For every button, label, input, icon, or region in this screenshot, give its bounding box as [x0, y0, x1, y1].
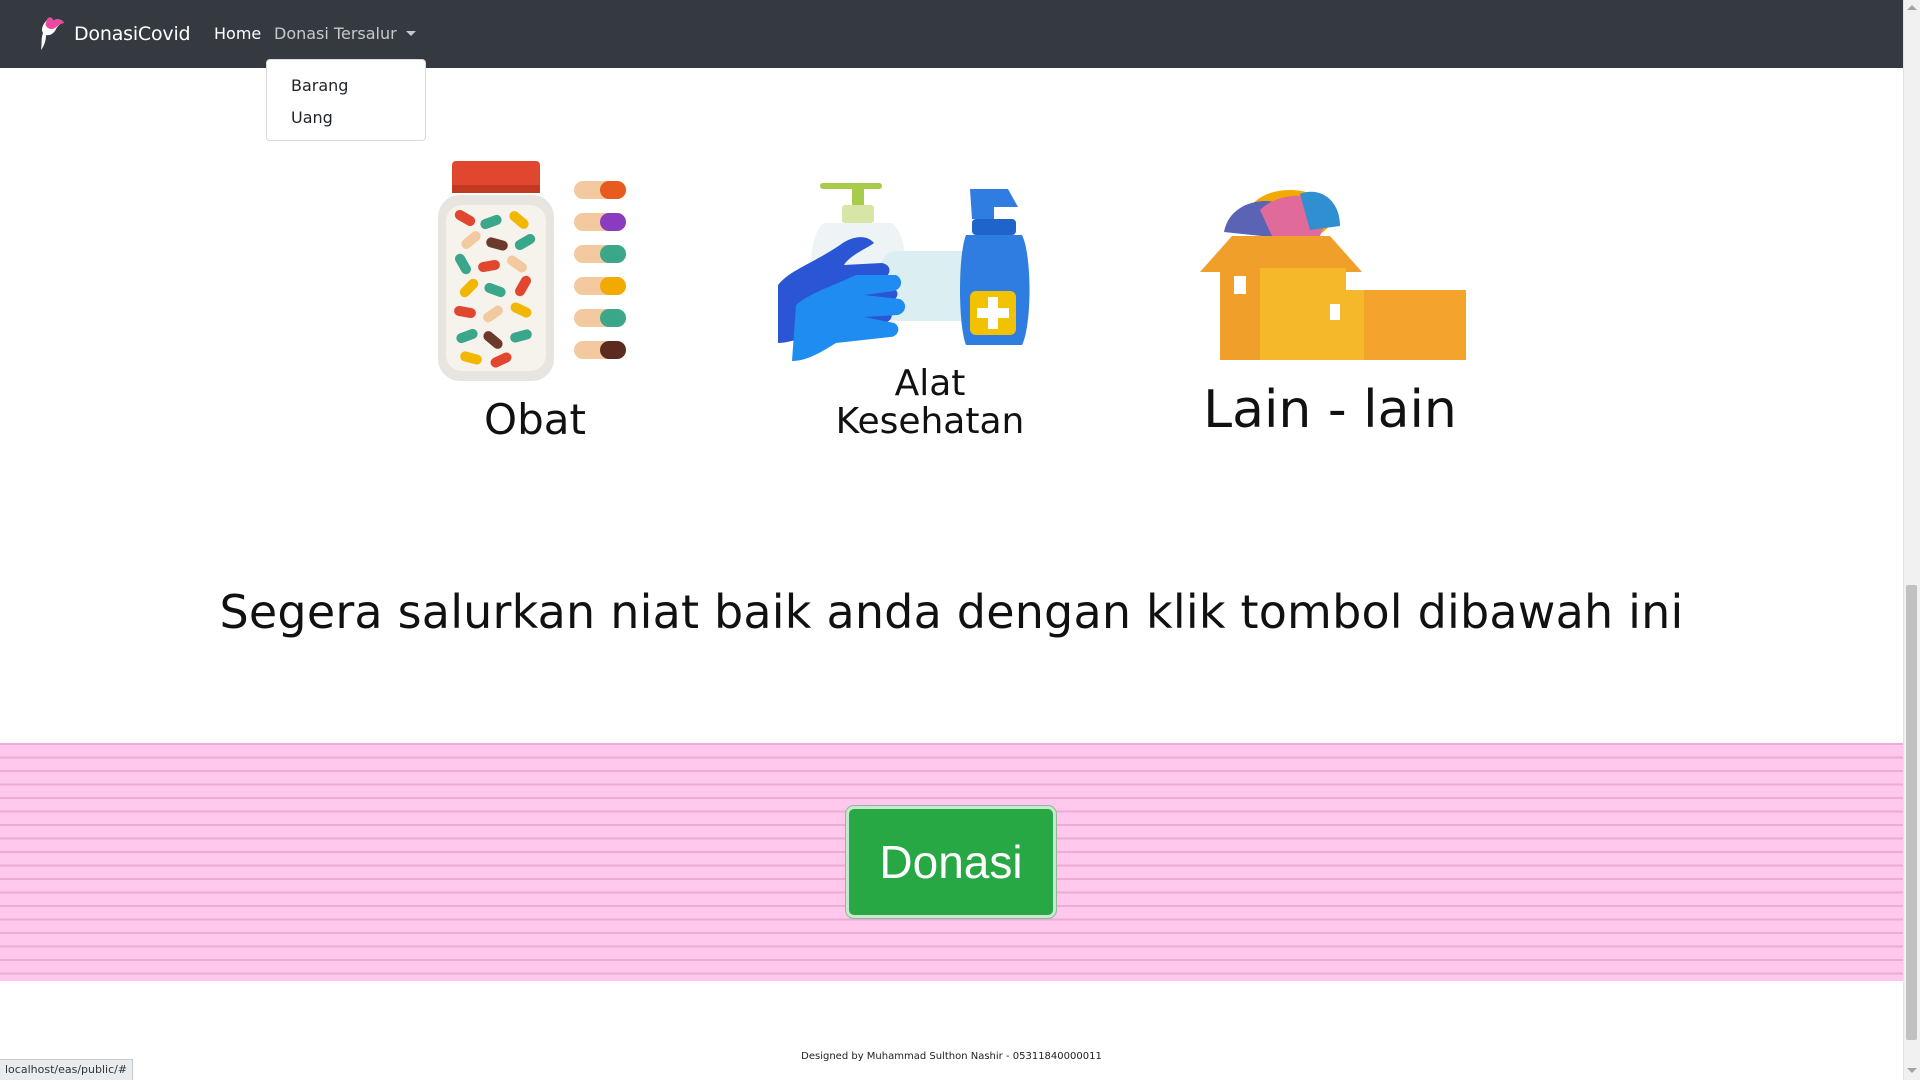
category-obat-label: Obat [484, 395, 586, 444]
bird-logo-icon [41, 17, 64, 50]
boxes-icon [1200, 190, 1466, 360]
nav-donasi-tersalur-label: Donasi Tersalur [274, 24, 397, 43]
nav-donasi-tersalur[interactable]: Donasi Tersalur [274, 24, 416, 43]
category-lain-lain: Lain - lain [1180, 180, 1480, 450]
cta-heading: Segera salurkan niat baik anda dengan kl… [219, 585, 1684, 639]
scroll-up-arrow-icon[interactable] [1907, 5, 1917, 10]
category-alat-kesehatan: Alat Kesehatan [770, 175, 1090, 455]
vertical-scrollbar-thumb[interactable] [1906, 585, 1917, 1040]
scroll-down-arrow-icon[interactable] [1907, 1068, 1917, 1073]
caret-down-icon [405, 31, 416, 36]
brand-name: DonasiCovid [74, 23, 191, 45]
nav-home[interactable]: Home [214, 24, 261, 43]
health-tools-icon [778, 183, 1030, 361]
category-lain-lain-label: Lain - lain [1203, 380, 1457, 440]
medicine-bottle-icon [438, 161, 626, 381]
dropdown-item-uang[interactable]: Uang [267, 102, 425, 134]
donasi-button[interactable]: Donasi [846, 806, 1056, 918]
category-obat: Obat [420, 155, 650, 455]
status-bar-url: localhost/eas/public/# [0, 1059, 134, 1080]
category-alat-label-line1: Alat [894, 363, 966, 404]
donasi-dropdown-menu: Barang Uang [266, 59, 426, 141]
dropdown-item-barang[interactable]: Barang [267, 70, 425, 102]
footer-credit: Designed by Muhammad Sulthon Nashir - 05… [801, 1051, 1102, 1062]
navbar: DonasiCovid Home Donasi Tersalur [0, 0, 1903, 68]
category-alat-kesehatan-label: Alat Kesehatan [770, 365, 1090, 441]
brand-link[interactable]: DonasiCovid [38, 15, 191, 53]
category-alat-label-line2: Kesehatan [835, 401, 1025, 442]
